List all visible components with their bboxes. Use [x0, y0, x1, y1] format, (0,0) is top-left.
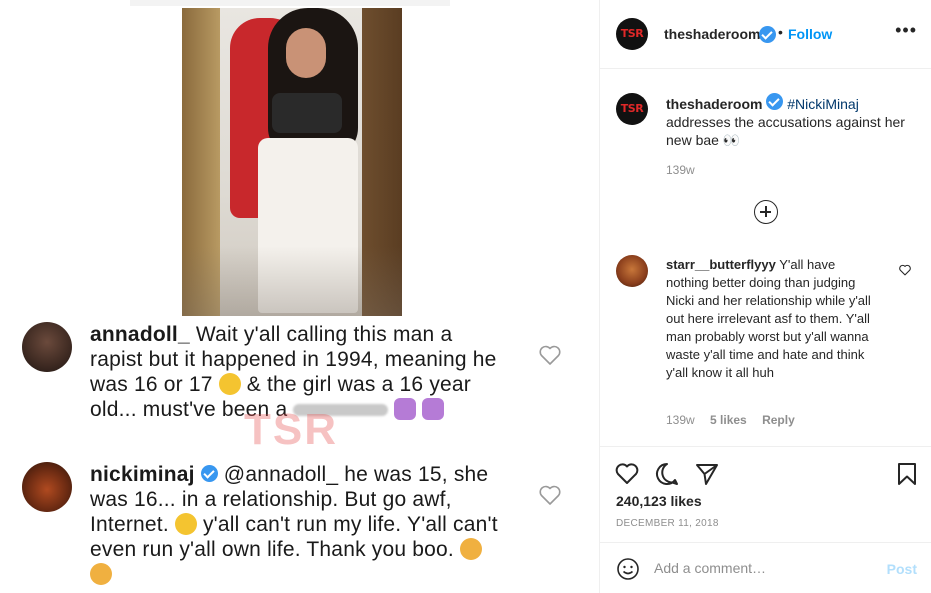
post-header: TSR theshaderoom • Follow ••• [600, 0, 931, 69]
smiling-hearts-emoji-icon [90, 563, 112, 585]
verified-badge-icon [200, 465, 218, 482]
follow-button[interactable]: Follow [788, 26, 832, 42]
avatar-logo-text: TSR [620, 27, 644, 40]
photo-woman-face [286, 28, 326, 78]
post-photo [182, 8, 402, 316]
add-comment-input[interactable] [654, 557, 874, 579]
caption-timestamp[interactable]: 139w [666, 163, 695, 177]
kissing-face-emoji-icon [460, 538, 483, 560]
photo-woman-top [272, 93, 342, 133]
reply-button[interactable]: Reply [762, 413, 795, 427]
post-actions: 240,123 likes DECEMBER 11, 2018 [600, 446, 931, 542]
nickiminaj-avatar [22, 462, 72, 512]
neutral-face-emoji-icon [218, 373, 241, 395]
post-media[interactable]: annadoll_ Wait y'all calling this man a … [0, 0, 599, 593]
unamused-face-emoji-icon [174, 513, 197, 535]
theshaderoom-avatar[interactable]: TSR [616, 18, 648, 50]
tsr-watermark: TSR [244, 405, 338, 454]
comment-username[interactable]: starr__butterflyyy [666, 257, 776, 272]
comment-bubble-icon[interactable] [654, 461, 680, 487]
save-bookmark-icon[interactable] [894, 461, 920, 487]
comment-username: nickiminaj [90, 463, 195, 486]
heart-icon [539, 485, 561, 505]
comment-likes[interactable]: 5 likes [710, 413, 747, 427]
theshaderoom-avatar[interactable]: TSR [616, 93, 648, 125]
likes-count[interactable]: 240,123 likes [616, 493, 702, 509]
verified-badge-icon [766, 93, 784, 110]
caption-body: theshaderoom #NickiMinaj addresses the a… [666, 93, 916, 149]
commenter-avatar[interactable] [616, 255, 648, 287]
emoji-smiley-icon[interactable] [616, 557, 640, 581]
caption-text: addresses the accusations against her ne… [666, 114, 905, 148]
header-username[interactable]: theshaderoom [664, 26, 760, 42]
separator-dot: • [778, 24, 783, 40]
comment-meta: 139w 5 likes Reply [666, 413, 807, 427]
post-date[interactable]: DECEMBER 11, 2018 [616, 518, 719, 529]
media-top-strip [130, 0, 450, 6]
post-side-panel: TSR theshaderoom • Follow ••• TSR thesha… [599, 0, 931, 593]
share-paper-plane-icon[interactable] [694, 461, 720, 487]
photo-floor [182, 246, 402, 316]
verified-badge-icon [759, 26, 776, 43]
screenshot-comment-text: nickiminaj @annadoll_ he was 15, she was… [90, 462, 510, 587]
shrug-emoji-icon [422, 398, 445, 420]
comment-username: annadoll_ [90, 323, 190, 346]
screenshot-comment-nickiminaj: nickiminaj @annadoll_ he was 15, she was… [22, 462, 562, 587]
avatar-logo-text: TSR [620, 102, 644, 115]
comment-timestamp[interactable]: 139w [666, 413, 695, 427]
load-more-comments-icon[interactable] [754, 200, 778, 224]
like-comment-heart-icon[interactable] [898, 264, 912, 276]
add-comment-bar: Post [600, 542, 931, 593]
heart-icon [539, 345, 561, 365]
annadoll-avatar [22, 322, 72, 372]
like-heart-icon[interactable] [614, 461, 640, 487]
caption-username[interactable]: theshaderoom [666, 96, 762, 112]
caption-hashtag-link[interactable]: #NickiMinaj [787, 96, 859, 112]
post-comment-button[interactable]: Post [887, 561, 917, 577]
shrug-emoji-icon [394, 398, 417, 420]
comment-body: starr__butterflyyy Y'all have nothing be… [666, 256, 881, 382]
more-options-icon[interactable]: ••• [895, 20, 917, 41]
comment-text: Y'all have nothing better doing than jud… [666, 257, 871, 380]
